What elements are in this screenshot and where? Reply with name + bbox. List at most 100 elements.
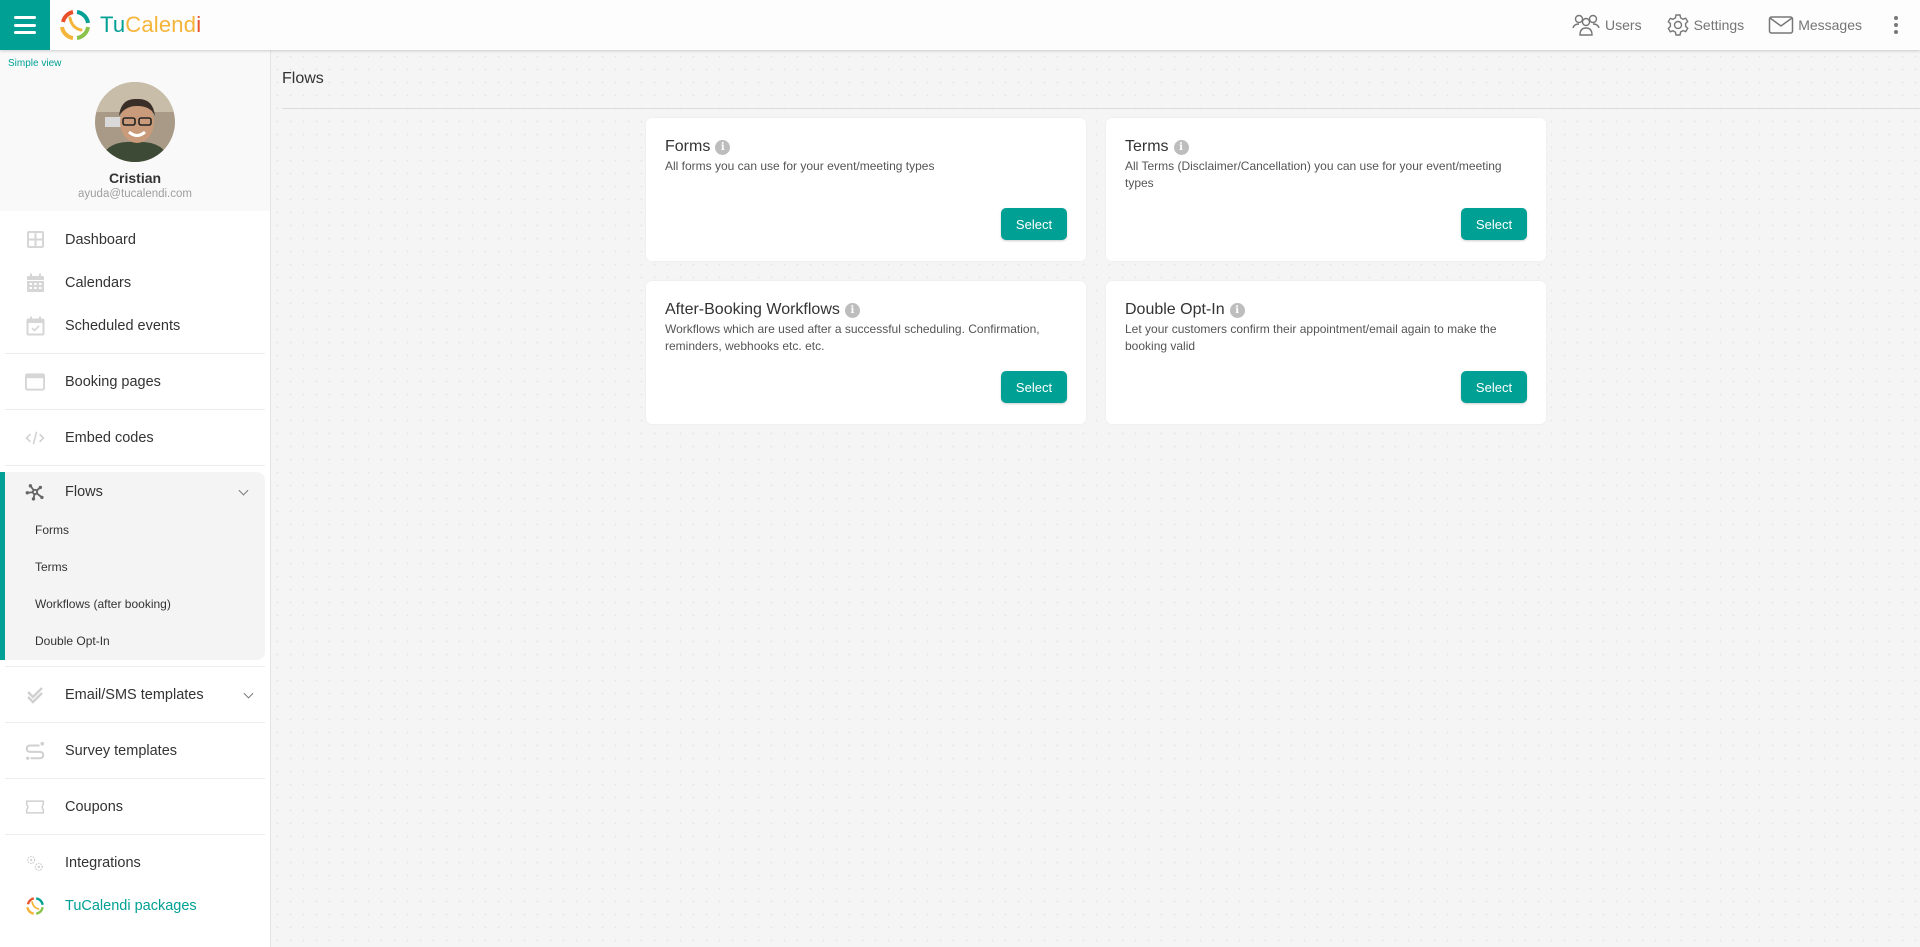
- settings-label: Settings: [1693, 17, 1745, 33]
- sidebar-item-dashboard[interactable]: Dashboard: [0, 218, 270, 261]
- simple-view-link[interactable]: Simple view: [8, 58, 61, 69]
- select-terms-button[interactable]: Select: [1461, 208, 1527, 240]
- info-icon[interactable]: i: [1229, 302, 1245, 318]
- sidebar-item-label: TuCalendi packages: [65, 897, 197, 914]
- brand-logo-link[interactable]: TuCalendi: [58, 8, 201, 42]
- sidebar-item-label: Dashboard: [65, 231, 136, 248]
- divider: [5, 465, 265, 466]
- kebab-dot: [1894, 23, 1898, 27]
- sidebar-item-tucalendi-packages[interactable]: TuCalendi packages: [0, 884, 270, 927]
- envelope-icon: [1768, 16, 1794, 34]
- card-forms: Forms i All forms you can use for your e…: [646, 118, 1086, 261]
- sidebar-item-calendars[interactable]: Calendars: [0, 261, 270, 304]
- messages-link[interactable]: Messages: [1768, 14, 1862, 36]
- sidebar-item-scheduled-events[interactable]: Scheduled events: [0, 304, 270, 347]
- card-title: Double Opt-In i: [1125, 301, 1245, 319]
- info-icon[interactable]: i: [715, 139, 731, 155]
- kebab-dot: [1894, 30, 1898, 34]
- card-after-booking-workflows: After-Booking Workflows i Workflows whic…: [646, 281, 1086, 424]
- code-icon: [25, 428, 45, 448]
- sidebar-item-booking-pages[interactable]: Booking pages: [0, 360, 270, 403]
- sidebar-item-label: Calendars: [65, 274, 132, 291]
- sidebar-item-integrations[interactable]: Integrations: [0, 841, 270, 884]
- divider: [5, 834, 265, 835]
- divider: [5, 778, 265, 779]
- sidebar-subitem-double-opt-in[interactable]: Double Opt-In: [5, 623, 265, 660]
- select-workflows-button[interactable]: Select: [1001, 371, 1067, 403]
- divider: [5, 722, 265, 723]
- select-double-opt-in-button[interactable]: Select: [1461, 371, 1527, 403]
- avatar-photo: [95, 82, 175, 162]
- divider: [282, 108, 1920, 109]
- sidebar-item-survey-templates[interactable]: Survey templates: [0, 729, 270, 772]
- flows-icon: [25, 482, 45, 502]
- profile-name: Cristian: [108, 170, 162, 186]
- card-double-opt-in: Double Opt-In i Let your customers confi…: [1106, 281, 1546, 424]
- sidebar-item-email-sms-templates[interactable]: Email/SMS templates: [0, 673, 270, 716]
- sidebar-item-embed-codes[interactable]: Embed codes: [0, 416, 270, 459]
- sidebar-item-label: Booking pages: [65, 373, 161, 390]
- info-icon[interactable]: i: [1173, 139, 1189, 155]
- sidebar-item-label: Email/SMS templates: [65, 686, 204, 703]
- kebab-dot: [1894, 16, 1898, 20]
- card-terms: Terms i All Terms (Disclaimer/Cancellati…: [1106, 118, 1546, 261]
- main-content: Flows Forms i All forms you can use for …: [271, 50, 1920, 947]
- sidebar-subitem-terms[interactable]: Terms: [5, 549, 265, 586]
- card-title-text: Forms: [665, 138, 711, 155]
- card-description: Let your customers confirm their appoint…: [1125, 322, 1497, 353]
- ticket-icon: [25, 797, 45, 817]
- divider: [5, 409, 265, 410]
- sidebar-item-label: Flows: [65, 484, 103, 500]
- sidebar: Simple view Cristian ayuda@tucalendi.com…: [0, 50, 271, 947]
- tucalendi-logo-icon: [25, 896, 45, 916]
- users-link[interactable]: Users: [1571, 13, 1642, 37]
- card-title: Forms i: [665, 138, 731, 156]
- card-title-text: Terms: [1125, 138, 1169, 155]
- avatar[interactable]: [95, 82, 175, 162]
- gear-icon: [1667, 14, 1689, 36]
- sidebar-item-label: Coupons: [65, 798, 124, 815]
- double-check-icon: [25, 685, 45, 705]
- select-forms-button[interactable]: Select: [1001, 208, 1067, 240]
- divider: [5, 666, 265, 667]
- tucalendi-logo-icon: [60, 10, 90, 40]
- card-title: Terms i: [1125, 138, 1189, 156]
- card-description: All forms you can use for your event/mee…: [665, 159, 935, 173]
- messages-label: Messages: [1798, 17, 1862, 33]
- profile-section: Simple view Cristian ayuda@tucalendi.com: [0, 50, 270, 211]
- sidebar-item-label: Survey templates: [65, 742, 178, 759]
- gears-icon: [25, 853, 45, 873]
- sidebar-subitem-forms[interactable]: Forms: [5, 512, 265, 549]
- calendar-check-icon: [25, 316, 45, 336]
- card-title: After-Booking Workflows i: [665, 301, 860, 319]
- flows-group: Flows Forms Terms Workflows (after booki…: [0, 472, 265, 660]
- dashboard-icon: [25, 230, 45, 250]
- sidebar-item-label: Embed codes: [65, 429, 154, 446]
- chevron-down-icon[interactable]: [243, 688, 254, 699]
- card-description: All Terms (Disclaimer/Cancellation) you …: [1125, 159, 1502, 190]
- hamburger-icon: [14, 16, 36, 34]
- users-label: Users: [1605, 17, 1642, 33]
- more-options-button[interactable]: [1886, 0, 1906, 50]
- survey-icon: [25, 741, 45, 761]
- top-nav: Users Settings Messages: [1571, 0, 1920, 50]
- sidebar-item-coupons[interactable]: Coupons: [0, 785, 270, 828]
- info-icon[interactable]: i: [844, 302, 860, 318]
- card-title-text: Double Opt-In: [1125, 301, 1225, 318]
- settings-link[interactable]: Settings: [1666, 13, 1745, 37]
- card-title-text: After-Booking Workflows: [665, 301, 840, 318]
- sidebar-subitem-workflows[interactable]: Workflows (after booking): [5, 586, 265, 623]
- chevron-down-icon[interactable]: [238, 485, 249, 496]
- calendar-icon: [25, 273, 45, 293]
- sidebar-item-label: Scheduled events: [65, 317, 181, 334]
- users-icon: [1572, 14, 1600, 36]
- sidebar-item-flows[interactable]: Flows: [5, 472, 265, 512]
- divider: [5, 353, 265, 354]
- sidebar-nav: Dashboard Calendars Scheduled events Boo…: [0, 218, 270, 927]
- sidebar-item-label: Integrations: [65, 854, 141, 871]
- brand-name: TuCalendi: [100, 12, 202, 37]
- top-bar: TuCalendi Users Settings Messages: [0, 0, 1920, 50]
- profile-email: ayuda@tucalendi.com: [78, 188, 192, 200]
- card-description: Workflows which are used after a success…: [665, 322, 1040, 353]
- menu-toggle-button[interactable]: [0, 0, 50, 50]
